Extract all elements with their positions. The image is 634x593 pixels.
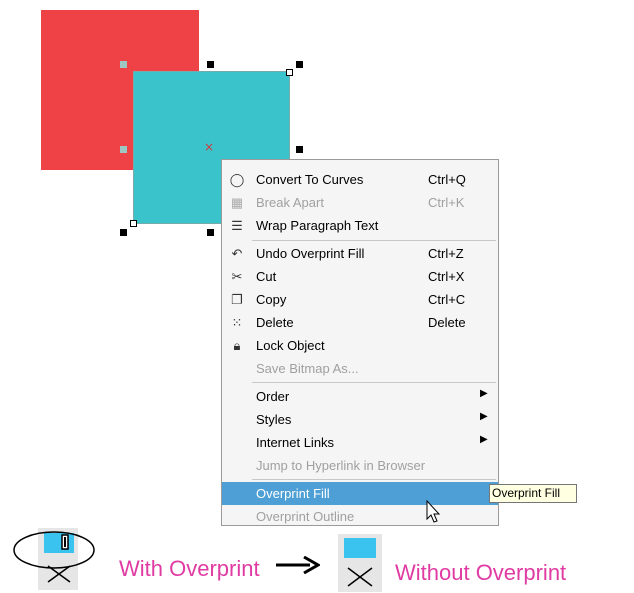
overprint-indicator-icon xyxy=(13,528,95,590)
menu-item-cut[interactable]: ✂ Cut Ctrl+X xyxy=(222,265,498,288)
menu-item-label: Wrap Paragraph Text xyxy=(256,218,379,233)
menu-item-label: Break Apart xyxy=(256,195,324,210)
submenu-arrow-icon: ▶ xyxy=(480,411,488,422)
menu-item-label: Copy xyxy=(256,292,287,307)
menu-item-label: Overprint Outline xyxy=(256,509,355,524)
mouse-pointer-icon xyxy=(426,500,441,523)
selection-handle[interactable] xyxy=(130,220,137,227)
submenu-arrow-icon: ▶ xyxy=(480,388,488,399)
menu-item-label: Internet Links xyxy=(256,435,335,450)
submenu-arrow-icon: ▶ xyxy=(480,434,488,445)
menu-item-shortcut: Ctrl+Z xyxy=(428,246,464,261)
menu-item-undo-overprint-fill[interactable]: ↶ Undo Overprint Fill Ctrl+Z xyxy=(222,242,498,265)
menu-item-overprint-fill[interactable]: Overprint Fill xyxy=(222,482,498,505)
menu-item-label: Overprint Fill xyxy=(256,486,330,501)
menu-item-styles[interactable]: Styles ▶ xyxy=(222,408,498,431)
selection-handle[interactable] xyxy=(296,61,303,68)
menu-item-copy[interactable]: ❐ Copy Ctrl+C xyxy=(222,288,498,311)
menu-item-lock-object[interactable]: 🔒︎ Lock Object xyxy=(222,334,498,357)
menu-item-shortcut: Delete xyxy=(428,315,466,330)
menu-item-label: Save Bitmap As... xyxy=(256,361,359,376)
with-overprint-caption: With Overprint xyxy=(119,556,260,581)
menu-item-wrap-paragraph-text[interactable]: ☰ Wrap Paragraph Text xyxy=(222,214,498,237)
curves-icon: ◯ xyxy=(229,172,245,187)
menu-item-convert-to-curves[interactable]: ◯ Convert To Curves Ctrl+Q xyxy=(222,168,498,191)
break-apart-icon: ▦ xyxy=(230,195,244,210)
menu-item-internet-links[interactable]: Internet Links ▶ xyxy=(222,431,498,454)
menu-item-delete[interactable]: ⁙ Delete Delete xyxy=(222,311,498,334)
menu-item-label: Undo Overprint Fill xyxy=(256,246,365,261)
menu-separator xyxy=(252,479,496,480)
menu-separator xyxy=(252,240,496,241)
menu-item-label: Cut xyxy=(256,269,277,284)
menu-item-label: Lock Object xyxy=(256,338,325,353)
no-overprint-indicator-icon xyxy=(338,534,382,592)
menu-item-jump-to-hyperlink[interactable]: Jump to Hyperlink in Browser xyxy=(222,454,498,477)
center-point-icon[interactable]: × xyxy=(203,141,215,153)
selection-handle[interactable] xyxy=(207,229,214,236)
wrap-text-icon: ☰ xyxy=(231,218,243,233)
selection-handle[interactable] xyxy=(120,229,127,236)
menu-item-label: Jump to Hyperlink in Browser xyxy=(256,458,426,473)
tooltip: Overprint Fill xyxy=(489,484,577,503)
scissors-icon: ✂ xyxy=(231,269,243,284)
menu-separator xyxy=(252,382,496,383)
selection-handle[interactable] xyxy=(286,69,293,76)
menu-item-overprint-outline[interactable]: Overprint Outline xyxy=(222,505,498,528)
node-marker xyxy=(120,146,127,153)
menu-item-order[interactable]: Order ▶ xyxy=(222,385,498,408)
menu-item-shortcut: Ctrl+X xyxy=(428,269,465,284)
menu-item-save-bitmap-as[interactable]: Save Bitmap As... xyxy=(222,357,498,380)
menu-item-label: Styles xyxy=(256,412,292,427)
selection-handle[interactable] xyxy=(296,146,303,153)
lock-icon: 🔒︎ xyxy=(233,338,241,353)
menu-item-label: Delete xyxy=(256,315,294,330)
undo-icon: ↶ xyxy=(231,246,243,261)
right-arrow-icon xyxy=(276,556,320,574)
selection-handle[interactable] xyxy=(207,61,214,68)
copy-icon: ❐ xyxy=(231,292,243,307)
menu-item-shortcut: Ctrl+C xyxy=(428,292,466,307)
delete-icon: ⁙ xyxy=(231,315,243,330)
menu-item-break-apart[interactable]: ▦ Break Apart Ctrl+K xyxy=(222,191,498,214)
context-menu: ◯ Convert To Curves Ctrl+Q ▦ Break Apart… xyxy=(221,159,499,526)
menu-item-shortcut: Ctrl+K xyxy=(428,195,465,210)
without-overprint-caption: Without Overprint xyxy=(395,560,567,585)
menu-item-shortcut: Ctrl+Q xyxy=(428,172,466,187)
menu-item-label: Convert To Curves xyxy=(256,172,364,187)
menu-item-label: Order xyxy=(256,389,290,404)
node-marker xyxy=(120,61,127,68)
